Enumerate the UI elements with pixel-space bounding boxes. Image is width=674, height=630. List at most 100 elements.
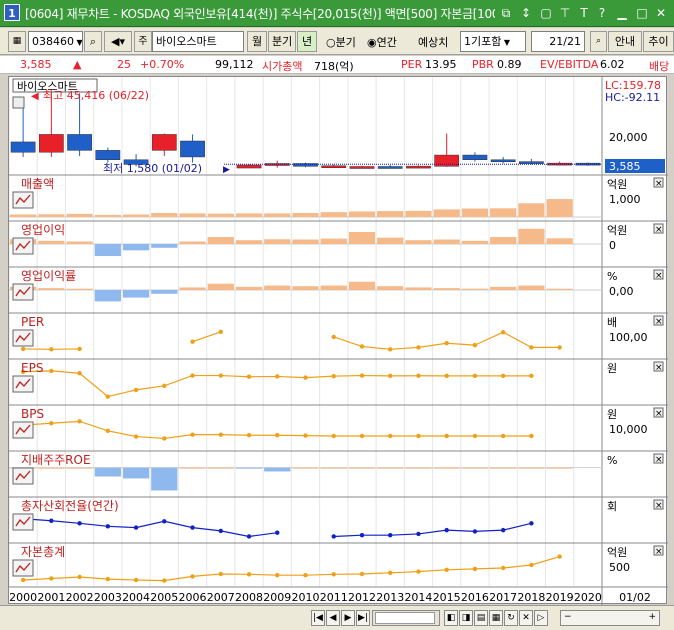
bar-2011 — [320, 467, 347, 469]
pin-icon[interactable]: ⊤ — [557, 5, 573, 21]
data-point-2007 — [218, 373, 223, 378]
data-point-2019 — [557, 345, 562, 350]
scroll-first-icon[interactable]: |◀ — [311, 610, 325, 626]
panel-title: 총자산회전율(연간) — [21, 499, 119, 513]
per-label: PER — [401, 58, 423, 71]
panel-title: BPS — [21, 407, 44, 421]
bottom-scroll-bar: |◀ ◀ ▶ ▶| ◧ ◨ ▤ ▦ ↻ ✕ ▷ − + — [0, 605, 674, 630]
refresh-icon[interactable]: ↻ — [504, 610, 518, 626]
radio-quarter[interactable]: ○분기 — [326, 34, 356, 50]
data-point-2011 — [331, 534, 336, 539]
zoom-icon[interactable]: ⌕ — [590, 31, 607, 52]
minimize-icon[interactable]: ▁ — [614, 5, 630, 21]
bar-2010 — [292, 286, 319, 290]
year-button[interactable]: 년 — [297, 31, 317, 52]
data-point-2007 — [218, 432, 223, 437]
text-icon[interactable]: T — [576, 5, 592, 21]
panel-close-x: × — [655, 317, 663, 327]
x-tick-2007: 2007 — [207, 591, 235, 604]
stock-type-button[interactable]: 주 — [134, 31, 152, 52]
data-point-2004 — [133, 387, 139, 393]
market-cap-value: 718(억) — [314, 60, 354, 73]
bar-2015 — [433, 209, 460, 217]
data-point-2002 — [77, 521, 82, 526]
panel-settings-icon — [12, 96, 25, 109]
panel-close-x: × — [655, 179, 663, 189]
data-point-2018 — [529, 373, 534, 379]
bar-2003 — [94, 467, 121, 477]
cross-icon[interactable]: ✕ — [519, 610, 533, 626]
add-button[interactable]: 추이 — [643, 31, 674, 52]
data-point-2017 — [500, 373, 506, 379]
radio-annual[interactable]: ◉연간 — [367, 34, 397, 50]
panel-title: 영업이익 — [21, 223, 65, 237]
speaker-icon[interactable]: ◀▾ — [104, 31, 132, 52]
data-point-2002 — [77, 371, 82, 376]
zoom-out-icon[interactable]: ◧ — [444, 610, 458, 626]
panel-unit: % — [607, 454, 617, 467]
bar-2007 — [207, 213, 234, 217]
bar-2017 — [490, 467, 517, 469]
grid-icon[interactable]: ▦ — [489, 610, 503, 626]
data-point-2012 — [359, 533, 365, 538]
scroll-next-icon[interactable]: ▶ — [341, 610, 355, 626]
hc-label: HC:-92.11 — [605, 91, 660, 104]
scroll-prev-icon[interactable]: ◀ — [326, 610, 340, 626]
bar-2013 — [377, 467, 404, 469]
quarter-button[interactable]: 분기 — [268, 31, 296, 52]
panel-close-x: × — [655, 271, 663, 281]
bar-2018 — [518, 285, 545, 290]
restore-icon[interactable]: ▢ — [538, 5, 554, 21]
panel-unit: 원 — [607, 408, 617, 421]
candle-body-2014 — [406, 165, 431, 169]
max-label: 최고 45,416 (06/22) — [43, 89, 149, 102]
candle-body-2005 — [151, 134, 177, 151]
candle-body-2006 — [180, 140, 205, 158]
stock-name-field[interactable]: 바이오스마트 — [152, 31, 244, 52]
month-button[interactable]: 월 — [247, 31, 267, 52]
stock-code-input[interactable]: 038460 ▼ — [28, 31, 83, 52]
bar-2009 — [264, 213, 291, 217]
bar-2005 — [151, 244, 178, 248]
estimate-select[interactable]: 1기포함 ▼ — [460, 31, 526, 52]
data-point-2004 — [133, 577, 139, 583]
close-icon[interactable]: ✕ — [653, 5, 669, 21]
data-point-2016 — [472, 566, 478, 572]
scroll-last-icon[interactable]: ▶| — [356, 610, 370, 626]
range-slider[interactable]: − + — [560, 610, 660, 626]
menu-icon[interactable]: ▦ — [8, 31, 26, 52]
data-point-2015 — [444, 373, 449, 379]
bar-2015 — [433, 288, 460, 290]
candle-body-2013 — [377, 166, 403, 169]
data-point-2017 — [500, 565, 506, 571]
data-point-2015 — [444, 433, 449, 439]
help-icon[interactable]: ? — [594, 5, 610, 21]
bar-2007 — [207, 237, 234, 244]
panel-settings-icon — [12, 283, 34, 301]
candle-body-2010 — [293, 163, 318, 167]
search-icon[interactable]: ⌕ — [84, 31, 102, 52]
data-point-2013 — [388, 347, 393, 352]
page-field[interactable]: 21/21 — [531, 31, 585, 52]
link-icon[interactable]: ⧉ — [498, 5, 514, 21]
play-icon[interactable]: ▷ — [534, 610, 548, 626]
scroll-track[interactable] — [372, 610, 440, 626]
scroll-thumb[interactable] — [375, 612, 435, 624]
panel-tick: 500 — [609, 561, 630, 574]
chart-area[interactable]: 바이오스마트 ◀ 최고 45,416 (06/22) 최저 1,580 (01/02)… — [8, 76, 668, 605]
guide-button[interactable]: 안내 — [608, 31, 642, 52]
max-arrow-icon: ◀ — [31, 91, 39, 102]
bar-2004 — [122, 290, 150, 298]
financial-chart-svg[interactable]: 바이오스마트◀ 최고 45,416 (06/22)최저 1,580 (01/02)… — [9, 77, 668, 605]
data-point-2006 — [190, 525, 195, 530]
view-icon[interactable]: ▤ — [474, 610, 488, 626]
x-tick-2017: 2017 — [489, 591, 517, 604]
bar-2003 — [94, 290, 121, 302]
maximize-icon[interactable]: □ — [634, 5, 650, 21]
sync-icon[interactable]: ↕ — [518, 5, 534, 21]
zoom-in-icon[interactable]: ◨ — [459, 610, 473, 626]
bar-2005 — [151, 212, 178, 217]
data-point-2017 — [500, 433, 506, 439]
bar-2006 — [179, 467, 206, 469]
bar-2014 — [405, 467, 432, 469]
